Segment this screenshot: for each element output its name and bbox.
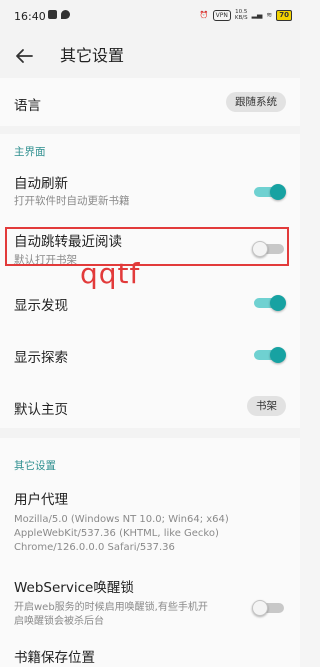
notification-icons	[48, 10, 70, 19]
auto-refresh-title: 自动刷新	[14, 176, 68, 192]
webservice-lock-row[interactable]: WebService唤醒锁 开启web服务的时候启用唤醒锁,有些手机开 启唤醒锁…	[0, 572, 300, 636]
other-section-card: 其它设置 用户代理 Mozilla/5.0 (Windows NT 10.0; …	[0, 438, 300, 667]
status-bar: 16:40 ⏰ VPN 10.5 KB/S ▂▄ ≋ 70	[0, 0, 300, 36]
status-right-icons: ⏰ VPN 10.5 KB/S ▂▄ ≋ 70	[200, 9, 292, 21]
webservice-lock-title: WebService唤醒锁	[14, 580, 134, 596]
auto-refresh-row[interactable]: 自动刷新 打开软件时自动更新书籍	[0, 164, 300, 210]
user-agent-title: 用户代理	[14, 492, 68, 508]
book-save-location-title: 书籍保存位置	[14, 650, 95, 666]
user-agent-line-3: Chrome/126.0.0.0 Safari/537.36	[14, 542, 175, 553]
user-agent-line-2: AppleWebKit/537.36 (KHTML, like Gecko)	[14, 528, 219, 539]
wifi-icon: ≋	[266, 11, 273, 19]
section-header-other: 其它设置	[14, 460, 56, 472]
user-agent-line-1: Mozilla/5.0 (Windows NT 10.0; Win64; x64…	[14, 514, 229, 525]
book-save-location-row[interactable]: 书籍保存位置	[0, 646, 300, 667]
language-value-chip[interactable]: 跟随系统	[226, 92, 286, 112]
show-explore-title: 显示探索	[14, 350, 68, 366]
default-home-row[interactable]: 默认主页 书架	[0, 384, 300, 428]
webservice-lock-switch[interactable]	[252, 600, 284, 616]
settings-list: 语言 跟随系统 主界面 自动刷新 打开软件时自动更新书籍 自动跳转最近阅读 默认…	[0, 76, 300, 667]
page-title: 其它设置	[60, 46, 125, 65]
auto-refresh-switch[interactable]	[254, 184, 286, 200]
signal-icon: ▂▄	[251, 11, 263, 19]
switch-thumb	[270, 184, 286, 200]
highlight-box	[5, 227, 289, 266]
back-arrow-icon[interactable]	[12, 44, 36, 68]
default-home-title: 默认主页	[14, 402, 68, 418]
webservice-lock-subtitle-2: 启唤醒锁会被杀后台	[14, 616, 104, 627]
battery-icon: 70	[276, 9, 292, 21]
status-time: 16:40	[14, 10, 46, 23]
switch-thumb	[252, 600, 268, 616]
watermark-text: qqtf	[80, 257, 141, 290]
app-notification-icon	[48, 10, 57, 19]
switch-thumb	[270, 347, 286, 363]
show-discover-row[interactable]: 显示发现	[0, 280, 300, 324]
user-agent-row[interactable]: 用户代理 Mozilla/5.0 (Windows NT 10.0; Win64…	[0, 482, 300, 564]
default-home-chip[interactable]: 书架	[247, 396, 286, 416]
section-header-main: 主界面	[14, 146, 46, 158]
app-bar: 其它设置	[0, 36, 300, 76]
language-card: 语言 跟随系统	[0, 78, 300, 126]
vpn-icon: VPN	[212, 9, 231, 21]
show-explore-switch[interactable]	[254, 347, 286, 363]
message-icon	[61, 10, 70, 19]
show-discover-switch[interactable]	[254, 295, 286, 311]
network-speed: 10.5 KB/S	[234, 9, 248, 21]
alarm-icon: ⏰	[199, 11, 209, 19]
language-row[interactable]: 语言 跟随系统	[0, 78, 300, 126]
show-discover-title: 显示发现	[14, 298, 68, 314]
switch-thumb	[270, 295, 286, 311]
webservice-lock-subtitle-1: 开启web服务的时候启用唤醒锁,有些手机开	[14, 602, 208, 613]
language-label: 语言	[14, 98, 41, 114]
auto-refresh-subtitle: 打开软件时自动更新书籍	[14, 195, 130, 207]
show-explore-row[interactable]: 显示探索	[0, 332, 300, 376]
main-section-card: 主界面 自动刷新 打开软件时自动更新书籍 自动跳转最近阅读 默认打开书架 显示发…	[0, 134, 300, 428]
